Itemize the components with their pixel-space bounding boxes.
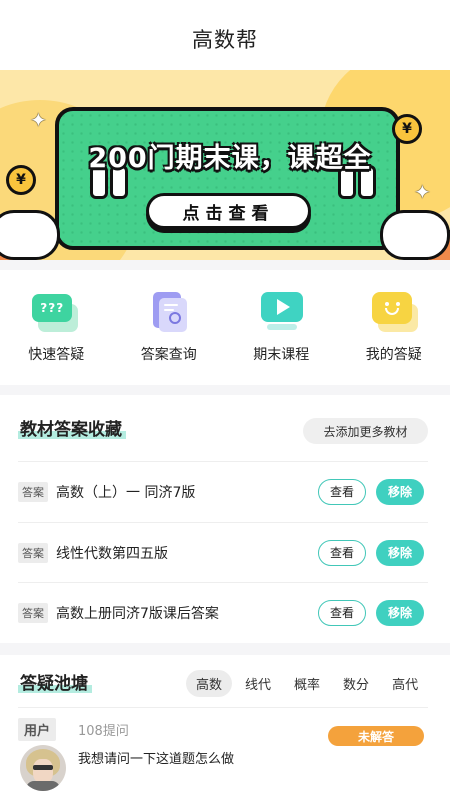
feature-answer-search[interactable]: 答案查询 bbox=[113, 270, 226, 385]
feature-my-questions[interactable]: 我的答疑 bbox=[338, 270, 450, 385]
book-row[interactable]: 答案 高数上册同济7版课后答案 查看 移除 bbox=[18, 582, 428, 642]
book-row[interactable]: 答案 线性代数第四五版 查看 移除 bbox=[18, 522, 428, 582]
app-header: 高数帮 bbox=[0, 0, 450, 70]
feature-label: 期末课程 bbox=[253, 347, 310, 363]
coin-icon: ¥ bbox=[6, 165, 36, 195]
promo-banner[interactable]: ✦ ✦ ¥ ¥ 200门期末课，课超全 点击查看 bbox=[0, 70, 450, 260]
book-row[interactable]: 答案 高数（上）一 同济7版 查看 移除 bbox=[18, 461, 428, 521]
feature-label: 答案查询 bbox=[140, 347, 197, 363]
document-search-icon bbox=[143, 290, 195, 334]
tab-gailv[interactable]: 概率 bbox=[284, 670, 330, 697]
tab-xiandai[interactable]: 线代 bbox=[235, 670, 281, 697]
smiley-chat-icon bbox=[368, 290, 420, 334]
sparkle-icon: ✦ bbox=[30, 108, 47, 132]
add-textbooks-button[interactable]: 去添加更多教材 bbox=[303, 418, 428, 444]
pointing-hand-icon bbox=[0, 210, 60, 260]
subject-tabs: 高数 线代 概率 数分 高代 bbox=[186, 670, 431, 697]
tab-gaoshu[interactable]: 高数 bbox=[186, 670, 233, 697]
question-count: 108提问 bbox=[78, 724, 129, 739]
view-button[interactable]: 查看 bbox=[318, 478, 366, 505]
user-name: 用户 bbox=[18, 718, 57, 741]
sparkle-icon: ✦ bbox=[414, 180, 431, 204]
remove-button[interactable]: 移除 bbox=[376, 599, 424, 626]
feature-label: 我的答疑 bbox=[365, 347, 422, 363]
banner-headline: 200门期末课，课超全 bbox=[88, 143, 372, 174]
question-item[interactable]: 用户 108提问 未解答 我想请问一下这道题怎么做 bbox=[18, 707, 428, 800]
textbook-answers-section: 教材答案收藏 去添加更多教材 答案 高数（上）一 同济7版 查看 移除 答案 线… bbox=[0, 395, 450, 643]
section-title: 答疑池塘 bbox=[18, 669, 92, 694]
status-badge: 未解答 bbox=[328, 726, 424, 746]
book-name: 线性代数第四五版 bbox=[56, 545, 168, 562]
view-button[interactable]: 查看 bbox=[318, 539, 366, 566]
answer-tag: 答案 bbox=[18, 481, 48, 502]
banner-cta-button[interactable]: 点击查看 bbox=[146, 193, 311, 229]
answer-tag: 答案 bbox=[18, 602, 48, 623]
remove-button[interactable]: 移除 bbox=[376, 478, 424, 505]
book-name: 高数上册同济7版课后答案 bbox=[56, 605, 219, 622]
feature-quick-qa[interactable]: ??? 快速答疑 bbox=[0, 270, 113, 385]
quick-features: ??? 快速答疑 答案查询 期末课程 我的答疑 bbox=[0, 270, 450, 385]
section-title: 教材答案收藏 bbox=[18, 415, 126, 440]
chat-bubble-question-icon: ??? bbox=[30, 290, 82, 334]
remove-button[interactable]: 移除 bbox=[376, 539, 424, 566]
answer-tag: 答案 bbox=[18, 542, 48, 563]
feature-final-courses[interactable]: 期末课程 bbox=[225, 270, 338, 385]
view-button[interactable]: 查看 bbox=[318, 599, 366, 626]
qa-pond-section: 答疑池塘 高数 线代 概率 数分 高代 用户 108提问 未解答 我想请问一下这… bbox=[0, 655, 450, 800]
avatar[interactable] bbox=[20, 745, 66, 791]
page-title: 高数帮 bbox=[192, 28, 258, 52]
book-name: 高数（上）一 同济7版 bbox=[56, 484, 196, 501]
feature-label: 快速答疑 bbox=[28, 347, 85, 363]
pointing-hand-icon bbox=[380, 210, 450, 260]
question-text: 我想请问一下这道题怎么做 bbox=[78, 752, 235, 767]
tab-gaodai[interactable]: 高代 bbox=[382, 670, 428, 697]
tab-shufen[interactable]: 数分 bbox=[333, 670, 379, 697]
video-play-icon bbox=[255, 290, 307, 334]
